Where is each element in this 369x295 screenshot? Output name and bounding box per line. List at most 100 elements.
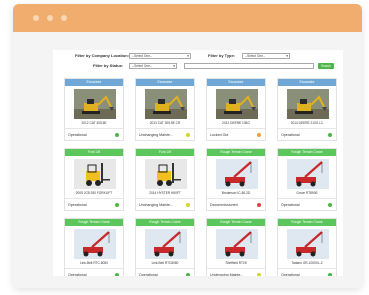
equipment-card[interactable]: Excavator 2014 DEERE 210G LC Operational: [277, 78, 337, 141]
status-dot-icon: [257, 273, 261, 276]
crane-icon: [145, 229, 187, 259]
card-category: Rough Terrain Crane: [65, 219, 123, 226]
card-status-bar: Operational: [136, 268, 194, 276]
equipment-app: Filter by Company Location: --Select One…: [53, 50, 343, 276]
card-category: Fork Lift: [136, 149, 194, 156]
status-text: Operational: [68, 202, 87, 207]
crane-icon: [216, 229, 258, 259]
type-select[interactable]: --Select One--: [242, 52, 290, 59]
crane-icon: [287, 159, 329, 189]
status-text: Unchanging Mainte...: [139, 132, 173, 137]
status-dot-icon: [115, 273, 119, 276]
status-text: Decommissioned: [210, 202, 238, 207]
excavator-icon: [145, 89, 187, 119]
equipment-card[interactable]: Rough Terrain Crane Sheffield RT25 Undergo…: [206, 218, 266, 276]
equipment-card[interactable]: Rough Terrain Crane Link-Belt RTC-8050 Ope…: [64, 218, 124, 276]
window-dot-close[interactable]: [33, 15, 39, 21]
equipment-card[interactable]: Fork Lift 2014 HYSTER H50FT Unchanging Mai…: [135, 148, 195, 211]
card-status-bar: Operational: [278, 198, 336, 210]
crane-icon: [216, 159, 258, 189]
status-text: Undergoing Mainte...: [210, 272, 244, 277]
card-category: Excavator: [278, 79, 336, 86]
card-status-bar: Unchanging Mainte...: [136, 198, 194, 210]
status-dot-icon: [328, 273, 332, 276]
status-dot-icon: [115, 133, 119, 137]
status-dot-icon: [186, 203, 190, 207]
crane-icon: [74, 229, 116, 259]
card-caption: Sheffield RT25: [225, 261, 247, 265]
equipment-card[interactable]: Excavator 2013 CAT 305.5E CR Unchanging Ma…: [135, 78, 195, 141]
card-category: Excavator: [65, 79, 123, 86]
card-status-bar: Decommissioned: [207, 198, 265, 210]
card-category: Fork Lift: [65, 149, 123, 156]
forklift-icon: [74, 159, 116, 189]
card-category: Excavator: [207, 79, 265, 86]
company-location-select[interactable]: --Select One--: [129, 52, 191, 59]
card-caption: Tadano GR-1000XL-2: [291, 261, 323, 265]
status-label: Filter by Status:: [93, 63, 124, 68]
forklift-icon: [145, 159, 187, 189]
equipment-card[interactable]: Fork Lift 2005 JCB 930 FORKLIFT Operationa…: [64, 148, 124, 211]
status-text: Locked Out: [210, 132, 229, 137]
status-dot-icon: [186, 133, 190, 137]
company-location-label: Filter by Company Location:: [75, 53, 130, 58]
status-dot-icon: [328, 203, 332, 207]
card-category: Rough Terrain Crane: [207, 219, 265, 226]
card-category: Rough Terrain Crane: [278, 219, 336, 226]
card-category: Rough Terrain Crane: [207, 149, 265, 156]
card-status-bar: Locked Out: [207, 128, 265, 140]
status-dot-icon: [115, 203, 119, 207]
card-caption: 2013 CAT 305.5E CR: [149, 121, 181, 125]
card-status-bar: Undergoing Mainte...: [207, 268, 265, 276]
card-caption: Broderson IC-80-2D: [221, 191, 251, 195]
excavator-icon: [287, 89, 329, 119]
card-caption: Link-Belt RTC8080: [151, 261, 179, 265]
window-titlebar: [13, 4, 362, 32]
card-status-bar: Operational: [65, 268, 123, 276]
card-category: Rough Terrain Crane: [136, 219, 194, 226]
status-select[interactable]: --Select One--: [129, 62, 177, 69]
card-caption: Grove RT890E: [296, 191, 318, 195]
card-status-bar: Operational: [65, 198, 123, 210]
card-category: Rough Terrain Crane: [278, 149, 336, 156]
excavator-icon: [74, 89, 116, 119]
equipment-card[interactable]: Excavator 2012 CAT 305.5E Operational: [64, 78, 124, 141]
card-caption: 2005 JCB 930 FORKLIFT: [75, 191, 113, 195]
card-caption: 2012 DEERE 135G: [222, 121, 250, 125]
equipment-card[interactable]: Rough Terrain Crane Grove RT890E Operation…: [277, 148, 337, 211]
stage: Filter by Company Location: --Select One…: [0, 0, 369, 295]
filter-bar: Filter by Company Location: --Select One…: [53, 50, 343, 76]
card-category: Excavator: [136, 79, 194, 86]
window-dot-minimize[interactable]: [47, 15, 53, 21]
card-caption: 2014 DEERE 210G LC: [290, 121, 324, 125]
card-caption: Link-Belt RTC-8050: [80, 261, 108, 265]
status-text: Operational: [139, 272, 158, 277]
search-input[interactable]: [184, 62, 314, 69]
status-text: Operational: [281, 132, 300, 137]
status-text: Operational: [281, 202, 300, 207]
status-dot-icon: [186, 273, 190, 276]
browser-window: Filter by Company Location: --Select One…: [13, 4, 362, 288]
status-dot-icon: [257, 203, 261, 207]
search-button[interactable]: Search: [318, 62, 334, 69]
status-text: Operational: [68, 272, 87, 277]
type-label: Filter by Type:: [208, 53, 236, 58]
equipment-card[interactable]: Rough Terrain Crane Tadano GR-1000XL-2 Ope…: [277, 218, 337, 276]
status-dot-icon: [328, 133, 332, 137]
window-dot-maximize[interactable]: [61, 15, 67, 21]
crane-icon: [287, 229, 329, 259]
card-status-bar: Operational: [278, 268, 336, 276]
card-caption: 2012 CAT 305.5E: [81, 121, 107, 125]
card-status-bar: Operational: [278, 128, 336, 140]
equipment-card[interactable]: Rough Terrain Crane Broderson IC-80-2D Dec…: [206, 148, 266, 211]
status-text: Operational: [281, 272, 300, 277]
card-status-bar: Unchanging Mainte...: [136, 128, 194, 140]
status-text: Operational: [68, 132, 87, 137]
status-dot-icon: [257, 133, 261, 137]
equipment-card[interactable]: Rough Terrain Crane Link-Belt RTC8080 Oper…: [135, 218, 195, 276]
status-text: Unchanging Mainte...: [139, 202, 173, 207]
equipment-card[interactable]: Excavator 2012 DEERE 135G Locked Out: [206, 78, 266, 141]
excavator-icon: [216, 89, 258, 119]
card-status-bar: Operational: [65, 128, 123, 140]
card-caption: 2014 HYSTER H50FT: [149, 191, 181, 195]
